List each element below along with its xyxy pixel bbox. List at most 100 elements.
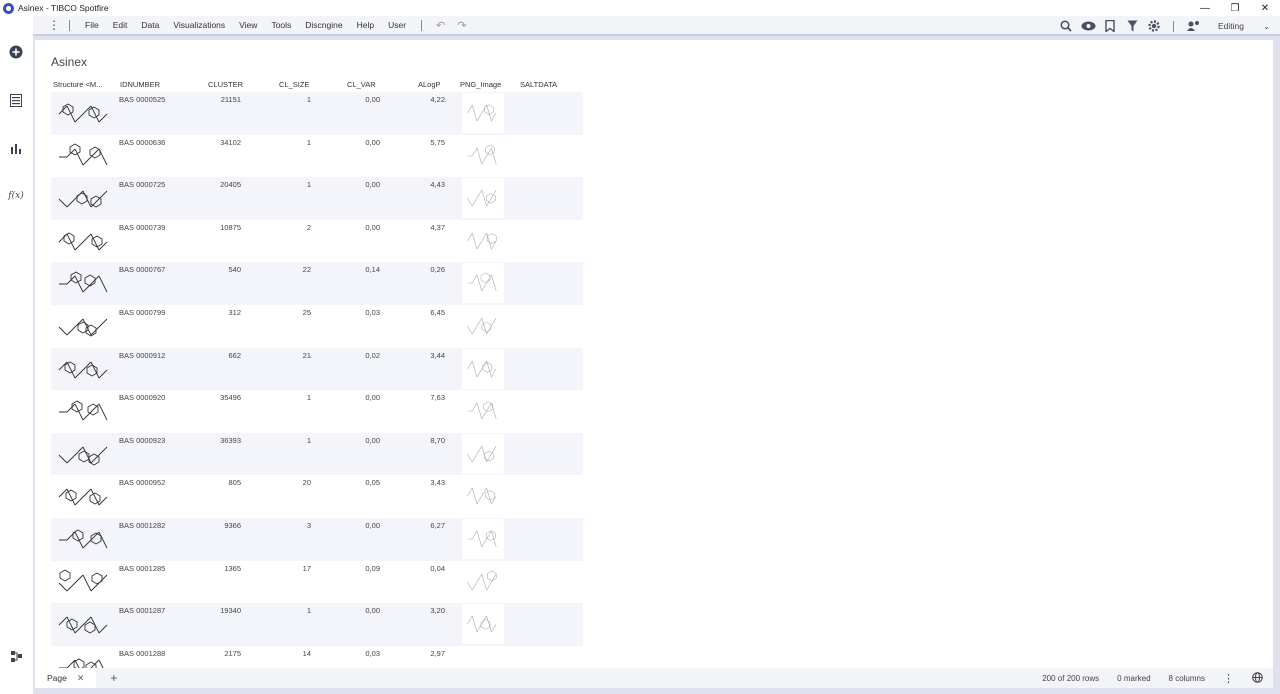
menu-help[interactable]: Help <box>350 20 381 30</box>
cl-var-cell: 0,02 <box>365 350 380 360</box>
globe-icon[interactable] <box>1252 671 1263 685</box>
chevron-down-icon: ⌄ <box>1263 21 1270 31</box>
menu-user[interactable]: User <box>381 20 413 30</box>
column-header-structure[interactable]: Structure <M... <box>53 80 102 89</box>
minimize-button[interactable]: — <box>1190 0 1220 16</box>
eye-icon[interactable] <box>1077 16 1099 36</box>
idnumber-cell: BAS 0001282 <box>119 520 166 530</box>
rows-count: 200 of 200 rows <box>1042 673 1100 683</box>
expression-icon[interactable]: f(x) <box>8 188 24 204</box>
status-info: 200 of 200 rows 0 marked 8 columns ⋮ <box>1024 668 1263 688</box>
png-image-thumbnail <box>462 178 504 219</box>
menu-edit[interactable]: Edit <box>106 20 135 30</box>
close-icon[interactable]: ✕ <box>77 673 85 684</box>
column-header-cl-var[interactable]: CL_VAR <box>347 80 376 89</box>
table-row[interactable]: BAS 0000920 35496 1 0,00 7,63 <box>51 390 583 433</box>
idnumber-cell: BAS 0000920 <box>119 393 166 403</box>
cl-size-cell: 1 <box>306 137 311 147</box>
table-header: Structure <M... IDNUMBER CLUSTER CL_SIZE… <box>53 80 613 92</box>
mode-select[interactable]: Editing ⌄ <box>1210 18 1274 34</box>
collaboration-icon[interactable] <box>1182 16 1204 36</box>
column-header-png-image[interactable]: PNG_Image <box>460 80 501 89</box>
filter-icon[interactable] <box>1121 16 1143 36</box>
cluster-cell: 35496 <box>220 393 241 403</box>
structure-image <box>55 137 111 175</box>
visualization-canvas: Asinex Structure <M... IDNUMBER CLUSTER … <box>35 40 1273 677</box>
table-row[interactable]: BAS 0000923 36393 1 0,00 8,70 <box>51 432 583 476</box>
structure-image <box>55 605 111 643</box>
table-row[interactable]: BAS 0000799 312 25 0,03 6,45 <box>51 305 583 348</box>
menu-discngine[interactable]: Discngine <box>298 20 349 30</box>
alogp-cell: 4,43 <box>430 180 445 190</box>
search-icon[interactable] <box>1055 16 1077 36</box>
add-data-icon[interactable] <box>8 44 24 60</box>
bookmark-icon[interactable] <box>1099 16 1121 36</box>
png-image-thumbnail <box>462 348 504 389</box>
restore-button[interactable]: ❐ <box>1220 0 1250 16</box>
column-header-saltdata[interactable]: SALTDATA <box>520 80 557 89</box>
column-header-idnumber[interactable]: IDNUMBER <box>120 80 160 89</box>
column-header-alogp[interactable]: ALogP <box>418 80 441 89</box>
alogp-cell: 7,63 <box>430 393 445 403</box>
visualizations-icon[interactable] <box>8 140 24 156</box>
menu-data[interactable]: Data <box>134 20 166 30</box>
status-bar: Page ✕ + 200 of 200 rows 0 marked 8 colu… <box>35 668 1273 688</box>
table-row[interactable]: BAS 0000912 662 21 0,02 3,44 <box>51 347 583 391</box>
toolbar-right: Editing ⌄ <box>1055 16 1280 36</box>
cl-var-cell: 0,00 <box>365 435 380 445</box>
data-canvas-icon[interactable] <box>8 92 24 108</box>
idnumber-cell: BAS 0000739 <box>119 222 166 232</box>
page-tab[interactable]: Page ✕ <box>35 668 97 688</box>
table-row[interactable]: BAS 0000952 805 20 0,05 3,43 <box>51 475 583 518</box>
redo-icon[interactable]: ↷ <box>451 19 472 32</box>
spotfire-logo-icon <box>3 2 14 14</box>
window-title: Asinex - TIBCO Spotfire <box>18 3 109 13</box>
idnumber-cell: BAS 0000767 <box>119 265 166 275</box>
more-options-icon[interactable]: ⋮ <box>1223 672 1234 685</box>
column-header-cluster[interactable]: CLUSTER <box>208 80 243 89</box>
png-image-thumbnail <box>462 433 504 474</box>
structure-image <box>55 563 111 601</box>
alogp-cell: 0,04 <box>430 563 445 573</box>
menu-file[interactable]: File <box>78 20 106 30</box>
gear-icon[interactable] <box>1143 16 1165 36</box>
menu-visualizations[interactable]: Visualizations <box>166 20 232 30</box>
cl-var-cell: 0,05 <box>365 478 380 488</box>
table-body: BAS 0000525 21151 1 0,00 4,22 BAS 0000636 3410… <box>51 92 583 688</box>
png-image-thumbnail <box>462 476 504 517</box>
table-row[interactable]: BAS 0000636 34102 1 0,00 5,75 <box>51 135 583 178</box>
png-image-thumbnail <box>462 305 504 346</box>
add-page-button[interactable]: + <box>110 671 117 685</box>
png-image-thumbnail <box>462 518 504 559</box>
menu-view[interactable]: View <box>232 20 264 30</box>
table-row[interactable]: BAS 0000767 540 22 0,14 0,26 <box>51 262 583 305</box>
png-image-thumbnail <box>462 604 504 645</box>
menu-tools[interactable]: Tools <box>264 20 298 30</box>
window-controls: — ❐ ✕ <box>1190 0 1280 16</box>
cl-var-cell: 0,00 <box>365 95 380 104</box>
table-row[interactable]: BAS 0001282 9366 3 0,00 6,27 <box>51 517 583 561</box>
table-row[interactable]: BAS 0000725 20405 1 0,00 4,43 <box>51 177 583 220</box>
table-row[interactable]: BAS 0001285 1365 17 0,09 0,04 <box>51 561 583 604</box>
idnumber-cell: BAS 0000912 <box>119 350 166 360</box>
main-frame: ⋮ File Edit Data Visualizations View Too… <box>33 16 1280 694</box>
mode-select-label: Editing <box>1218 21 1244 31</box>
idnumber-cell: BAS 0001287 <box>119 606 166 616</box>
table-row[interactable]: BAS 0000525 21151 1 0,00 4,22 <box>51 92 583 135</box>
alogp-cell: 8,70 <box>430 435 445 445</box>
menu-separator <box>69 19 70 31</box>
idnumber-cell: BAS 0000725 <box>119 180 166 190</box>
idnumber-cell: BAS 0000923 <box>119 435 166 445</box>
png-image-thumbnail <box>462 391 504 432</box>
data-flow-icon[interactable] <box>8 648 24 664</box>
more-menu-icon[interactable]: ⋮ <box>47 19 61 31</box>
undo-icon[interactable]: ↶ <box>430 19 451 32</box>
cl-size-cell: 1 <box>306 393 311 403</box>
column-header-cl-size[interactable]: CL_SIZE <box>279 80 309 89</box>
close-window-button[interactable]: ✕ <box>1250 0 1280 16</box>
table-row[interactable]: BAS 0001287 19340 1 0,00 3,20 <box>51 603 583 646</box>
table-row[interactable]: BAS 0000739 10875 2 0,00 4,37 <box>51 220 583 263</box>
alogp-cell: 3,43 <box>430 478 445 488</box>
cl-size-cell: 1 <box>306 435 311 445</box>
png-image-thumbnail <box>462 561 504 602</box>
